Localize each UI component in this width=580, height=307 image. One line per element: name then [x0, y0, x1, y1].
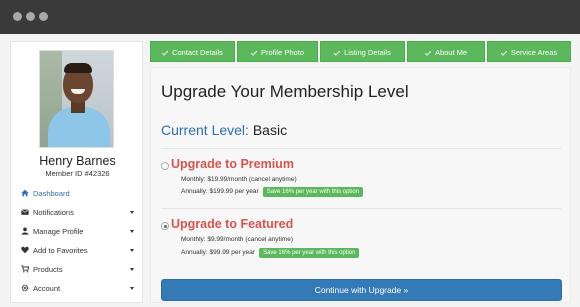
sidebar-item-manage-profile[interactable]: Manage Profile: [11, 222, 144, 241]
user-icon: [21, 227, 29, 235]
photo-hair: [64, 63, 92, 73]
chevron-down-icon: [130, 211, 134, 214]
divider: [161, 208, 561, 209]
sidebar-item-account[interactable]: Account: [11, 279, 144, 298]
sidebar-nav: Dashboard Notifications Manage Profile A…: [11, 184, 144, 298]
premium-radio[interactable]: [161, 162, 169, 170]
cart-icon: [21, 265, 29, 273]
tab-contact-details[interactable]: Contact Details: [150, 41, 235, 62]
home-icon: [21, 189, 29, 197]
option-monthly: Monthly: $9.99/month (cancel anytime): [181, 236, 293, 243]
checkmark-icon: [500, 49, 508, 56]
annual-price: Annually: $199.99 per year: [181, 188, 259, 195]
chevron-down-icon: [130, 268, 134, 271]
tab-profile-photo[interactable]: Profile Photo: [237, 41, 318, 62]
current-level: Current Level: Basic: [161, 122, 287, 138]
option-annually: Annually: $99.99 per year Save 16% per ye…: [181, 248, 360, 258]
save-badge: Save 16% per year with this option: [259, 248, 360, 258]
user-name: Henry Barnes: [39, 154, 116, 168]
photo-shirt: [48, 107, 110, 147]
window-close-dot[interactable]: [13, 12, 22, 21]
profile-sidebar: Henry Barnes Member ID #42326 Dashboard …: [10, 41, 143, 303]
tab-service-areas[interactable]: Service Areas: [487, 41, 571, 62]
sidebar-item-label: Products: [33, 265, 63, 274]
tab-listing-details[interactable]: Listing Details: [320, 41, 405, 62]
chevron-down-icon: [130, 287, 134, 290]
checkmark-icon: [250, 49, 258, 56]
tab-label: Contact Details: [172, 48, 223, 57]
featured-radio[interactable]: [161, 222, 169, 230]
option-title: Upgrade to Featured: [171, 217, 294, 231]
member-id: Member ID #42326: [45, 169, 110, 178]
tab-about-me[interactable]: About Me: [407, 41, 485, 62]
monthly-price: Monthly: $19.99/month (cancel anytime): [181, 176, 297, 183]
checkmark-icon: [424, 49, 432, 56]
browser-window: Henry Barnes Member ID #42326 Dashboard …: [0, 0, 580, 307]
sidebar-item-label: Notifications: [33, 208, 74, 217]
divider: [161, 148, 561, 149]
sidebar-item-label: Account: [33, 284, 61, 293]
gear-icon: [21, 284, 29, 292]
envelope-icon: [21, 209, 29, 215]
sidebar-item-notifications[interactable]: Notifications: [11, 203, 144, 222]
option-title: Upgrade to Premium: [171, 157, 294, 171]
page-title: Upgrade Your Membership Level: [161, 82, 409, 101]
tab-label: Profile Photo: [261, 48, 304, 57]
current-level-label: Current Level:: [161, 122, 249, 138]
chevron-down-icon: [130, 230, 134, 233]
window-minimize-dot[interactable]: [26, 12, 35, 21]
option-annually: Annually: $199.99 per year Save 16% per y…: [181, 187, 364, 197]
option-premium[interactable]: Upgrade to Premium Monthly: $19.99/month…: [161, 157, 561, 197]
sidebar-item-label: Manage Profile: [33, 227, 84, 236]
profile-steps-tabs: Contact Details Profile Photo Listing De…: [150, 41, 571, 62]
sidebar-item-products[interactable]: Products: [11, 260, 144, 279]
upgrade-panel: Upgrade Your Membership Level Current Le…: [150, 67, 571, 303]
sidebar-item-label: Dashboard: [33, 189, 70, 198]
save-badge: Save 16% per year with this option: [262, 187, 364, 197]
tab-label: Service Areas: [510, 48, 558, 57]
option-monthly: Monthly: $19.99/month (cancel anytime): [181, 176, 297, 183]
tab-label: About Me: [434, 48, 468, 57]
window-titlebar: [0, 0, 580, 34]
monthly-price: Monthly: $9.99/month (cancel anytime): [181, 236, 293, 243]
option-featured[interactable]: Upgrade to Featured Monthly: $9.99/month…: [161, 217, 561, 258]
sidebar-item-add-to-favorites[interactable]: Add to Favorites: [11, 241, 144, 260]
sidebar-item-label: Add to Favorites: [33, 246, 88, 255]
profile-photo: [39, 50, 114, 148]
annual-price: Annually: $99.99 per year: [181, 249, 256, 256]
sidebar-item-dashboard[interactable]: Dashboard: [11, 184, 144, 203]
heart-icon: [21, 246, 29, 254]
current-level-value: Basic: [252, 122, 288, 138]
continue-upgrade-button[interactable]: Continue with Upgrade »: [161, 279, 562, 301]
checkmark-icon: [161, 49, 169, 56]
chevron-down-icon: [130, 249, 134, 252]
window-maximize-dot[interactable]: [39, 12, 48, 21]
tab-label: Listing Details: [344, 48, 391, 57]
checkmark-icon: [333, 49, 341, 56]
